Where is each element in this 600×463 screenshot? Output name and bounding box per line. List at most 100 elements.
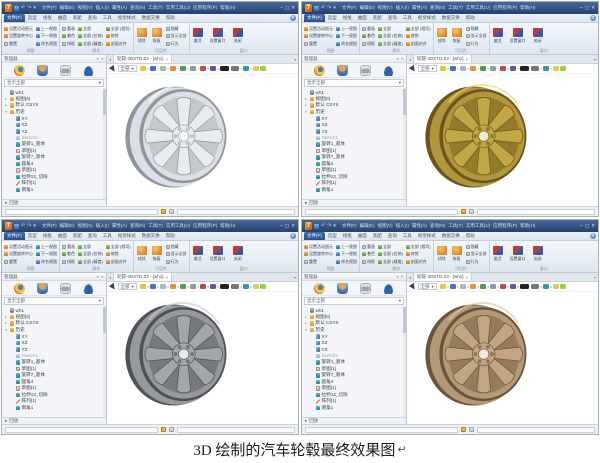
menu-inquire[interactable]: 查询(N) — [130, 223, 145, 229]
ribbon-tab-tools[interactable]: 工具 — [100, 232, 115, 240]
tab-close-icon[interactable]: × — [166, 57, 169, 62]
ribbon-big-button[interactable]: 关闭 — [532, 24, 544, 48]
tab-more-icon[interactable]: ▾ — [294, 275, 296, 280]
ribbon-button[interactable]: 重置 — [4, 259, 33, 265]
ribbon-big-button[interactable]: 恢复 — [151, 24, 163, 48]
ribbon-button[interactable]: 全部 (精度) — [378, 259, 403, 265]
ribbon-button[interactable]: 命名视图 — [336, 259, 357, 265]
shade-mode-icon[interactable] — [140, 283, 146, 290]
menu-file[interactable]: 文件(F) — [42, 223, 57, 229]
list-icon[interactable] — [468, 427, 474, 432]
model-canvas[interactable] — [107, 74, 298, 206]
document-tab[interactable]: 轮毂-3DSTD.Z3 - [wh1] × — [413, 272, 473, 281]
ribbon-button[interactable]: 命名视图 — [36, 41, 57, 47]
ribbon-tab-shape[interactable]: 造型 — [325, 232, 340, 240]
ribbon-button[interactable]: 隐藏 — [165, 26, 187, 32]
layer-manager-icon[interactable] — [383, 282, 394, 294]
ribbon-big-button[interactable]: 激活 — [192, 242, 204, 266]
tree-item[interactable]: 倒角1 — [304, 405, 402, 412]
menu-help[interactable]: 帮助(H) — [220, 5, 235, 11]
replay-section[interactable]: ▸ 回放 — [2, 199, 106, 206]
menu-edit[interactable]: 编辑(E) — [60, 5, 75, 11]
ribbon-tab-inquire[interactable]: 查询 — [85, 232, 100, 240]
ribbon-big-button[interactable]: 激活 — [192, 24, 204, 48]
minimize-button[interactable]: ─ — [280, 223, 283, 229]
ribbon-button[interactable]: 设置旋转中心 — [4, 33, 33, 39]
menu-edit[interactable]: 编辑(E) — [60, 223, 75, 229]
model-canvas[interactable] — [407, 74, 598, 206]
ribbon-tab-assembly[interactable]: 装配 — [370, 14, 385, 22]
save-icon[interactable] — [14, 223, 19, 229]
ribbon-button[interactable]: 上一视图 — [36, 244, 57, 250]
ribbon-tab-surface[interactable]: 曲面 — [355, 14, 370, 22]
shade-mode-icon[interactable] — [440, 283, 446, 290]
ribbon-tab-visual-style[interactable]: 视觉样式 — [415, 232, 439, 240]
ribbon-button[interactable]: 重置 — [304, 259, 333, 265]
visual-manager-icon[interactable] — [360, 64, 371, 76]
ribbon-tab-data-exchange[interactable]: 数据交换 — [139, 14, 163, 22]
ribbon-button[interactable]: 设置活动图元 — [4, 26, 33, 32]
ribbon-button[interactable]: 全部 (拉伸) — [378, 251, 403, 257]
ribbon-button[interactable]: 线框 — [62, 41, 75, 47]
ribbon-tab-help[interactable]: 帮助 — [163, 14, 178, 22]
quick-access-dropdown-icon[interactable]: ▾ — [333, 5, 336, 11]
tab-close-icon[interactable]: × — [166, 275, 169, 280]
tree-filter-dropdown[interactable]: 显示全部 ▾ — [4, 79, 104, 87]
annotate-icon[interactable] — [500, 65, 506, 72]
assembly-manager-icon[interactable] — [37, 282, 48, 294]
annotate-icon[interactable] — [200, 65, 206, 72]
pan-icon[interactable] — [470, 283, 476, 290]
ribbon-button[interactable]: 着色 — [362, 251, 375, 257]
menu-inquire[interactable]: 查询(N) — [430, 223, 445, 229]
ribbon-button[interactable]: 全部 (相切) — [105, 26, 131, 32]
tree-item[interactable]: 倒角1 — [4, 405, 102, 412]
shade-mode-icon[interactable] — [440, 65, 446, 72]
document-tab[interactable]: 轮毂-3DSTD.Z3 - [wh1] × — [413, 54, 473, 63]
ribbon-button[interactable]: 上一视图 — [336, 244, 357, 250]
ribbon-tab-file[interactable]: 文件(F) — [304, 14, 325, 22]
assembly-manager-icon[interactable] — [37, 64, 48, 76]
ribbon-button[interactable]: 全部 (拉伸) — [78, 251, 103, 257]
ribbon-big-button[interactable]: 拭除 — [436, 24, 448, 48]
background-icon[interactable] — [220, 283, 230, 290]
save-icon[interactable] — [314, 223, 319, 229]
panel-pin-icon[interactable]: ▾ — [397, 274, 399, 279]
tree-item[interactable]: 倒角1 — [304, 187, 402, 194]
menu-file[interactable]: 文件(F) — [42, 5, 57, 11]
render-icon[interactable] — [260, 283, 266, 290]
menu-view[interactable]: 视图(V) — [378, 5, 393, 11]
panel-close-icon[interactable]: ✕ — [101, 274, 104, 279]
replay-section[interactable]: ▸ 回放 — [302, 199, 406, 206]
layer-manager-icon[interactable] — [383, 64, 394, 76]
ribbon-tab-wireframe[interactable]: 线框 — [40, 232, 55, 240]
tab-close-icon[interactable]: × — [466, 275, 469, 280]
tab-close-icon[interactable]: × — [466, 57, 469, 62]
ribbon-button[interactable]: 全部 (精度) — [78, 259, 103, 265]
history-manager-icon[interactable] — [314, 64, 325, 76]
selection-filter-dropdown[interactable]: 全部 ▾ — [117, 283, 137, 290]
menu-insert[interactable]: 插入(I) — [396, 5, 409, 11]
ribbon-big-button[interactable]: 关闭 — [532, 242, 544, 266]
menu-attributes[interactable]: 属性(A) — [112, 223, 127, 229]
ribbon-big-button[interactable]: 恢复 — [151, 242, 163, 266]
list-icon[interactable] — [468, 209, 474, 214]
ribbon-big-button[interactable]: 设置窗口 — [509, 24, 527, 48]
undo-icon[interactable]: ↶ — [21, 223, 25, 229]
ribbon-tab-surface[interactable]: 曲面 — [55, 14, 70, 22]
ribbon-button[interactable]: 全部 — [378, 26, 403, 32]
zoom-icon[interactable] — [160, 283, 166, 290]
visual-manager-icon[interactable] — [60, 282, 71, 294]
pan-icon[interactable] — [170, 283, 176, 290]
open-folder-icon[interactable] — [460, 209, 466, 214]
ribbon-big-button[interactable]: 恢复 — [451, 24, 463, 48]
ribbon-button[interactable]: 全部 (相切) — [405, 26, 431, 32]
redo-icon[interactable]: ↷ — [27, 5, 31, 11]
list-icon[interactable] — [168, 209, 174, 214]
ribbon-tab-inquire[interactable]: 查询 — [385, 14, 400, 22]
ribbon-button[interactable]: 行为 — [165, 259, 187, 265]
panel-close-icon[interactable]: ✕ — [401, 274, 404, 279]
menu-tools[interactable]: 工具(T) — [148, 223, 163, 229]
open-folder-icon[interactable] — [460, 427, 466, 432]
ribbon-button[interactable]: 显示全部 — [465, 33, 487, 39]
menu-view[interactable]: 视图(V) — [378, 223, 393, 229]
